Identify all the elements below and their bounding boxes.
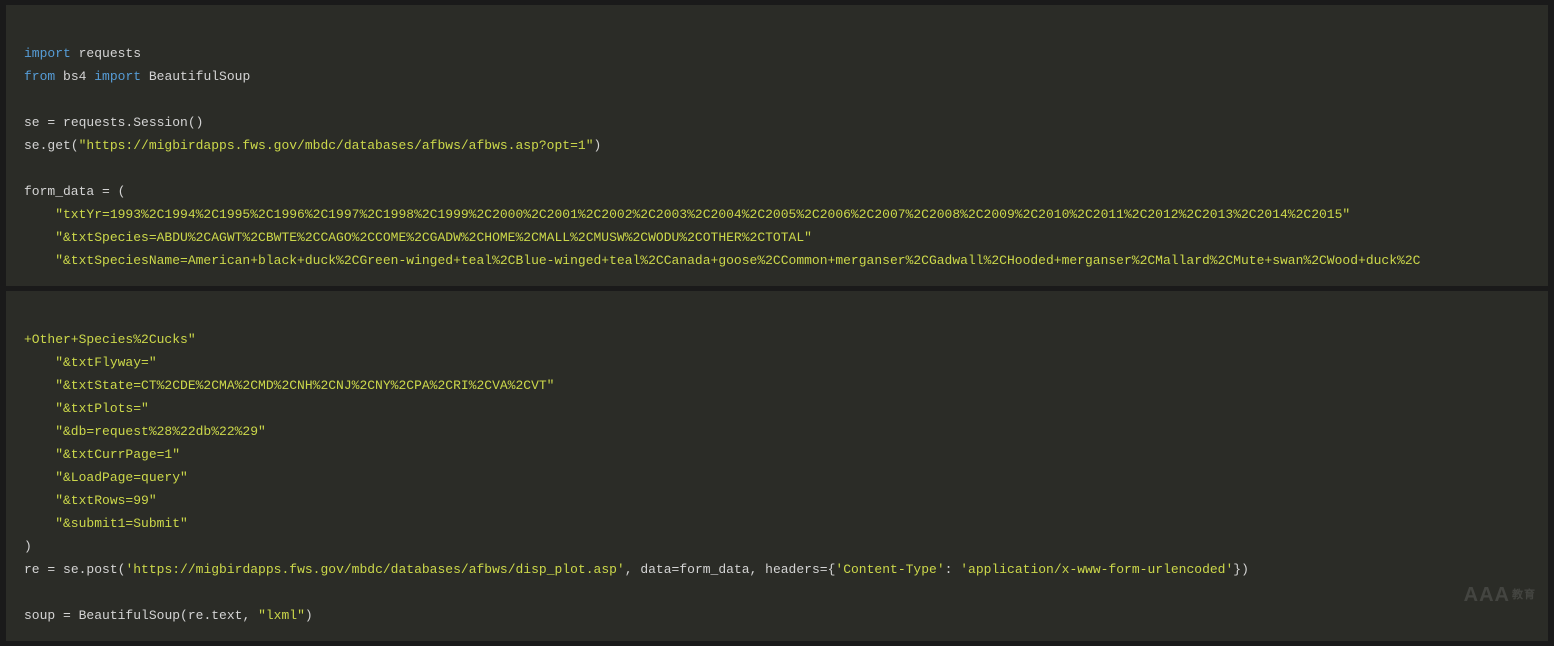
- code-line: se = requests.Session(): [24, 115, 203, 130]
- string-literal: "&txtState=CT%2CDE%2CMA%2CMD%2CNH%2CNJ%2…: [24, 378, 555, 393]
- operator-eq: =: [63, 608, 71, 623]
- string-literal: 'https://migbirdapps.fws.gov/mbdc/databa…: [125, 562, 624, 577]
- watermark-main: AAA: [1464, 584, 1510, 606]
- keyword-from: from: [24, 69, 55, 84]
- string-literal: "&LoadPage=query": [24, 470, 188, 485]
- string-literal: "&db=request%28%22db%22%29": [24, 424, 266, 439]
- string-literal: "&txtSpecies=ABDU%2CAGWT%2CBWTE%2CCAGO%2…: [24, 230, 812, 245]
- code-line: se.get("https://migbirdapps.fws.gov/mbdc…: [24, 138, 601, 153]
- call-expr: se.get(: [24, 138, 79, 153]
- string-literal: "txtYr=1993%2C1994%2C1995%2C1996%2C1997%…: [24, 207, 1350, 222]
- brace-close: }): [1233, 562, 1249, 577]
- code-line: form_data = (: [24, 184, 125, 199]
- code-line: re = se.post('https://migbirdapps.fws.go…: [24, 562, 1249, 577]
- module-name: bs4: [55, 69, 94, 84]
- class-name: BeautifulSoup: [141, 69, 250, 84]
- module-name: requests: [71, 46, 141, 61]
- var-name: se: [24, 115, 47, 130]
- code-line: from bs4 import BeautifulSoup: [24, 69, 250, 84]
- watermark-sub: 教育: [1512, 589, 1536, 601]
- string-literal: "&txtSpeciesName=American+black+duck%2CG…: [24, 253, 1420, 268]
- paren-open: (: [110, 184, 126, 199]
- code-line: soup = BeautifulSoup(re.text, "lxml"): [24, 608, 313, 623]
- code-block-2: +Other+Species%2Cucks" "&txtFlyway=" "&t…: [6, 291, 1548, 641]
- string-literal: "&txtRows=99": [24, 493, 157, 508]
- string-literal: "lxml": [258, 608, 305, 623]
- arg-name: form_data, headers: [679, 562, 819, 577]
- operator-eq: =: [102, 184, 110, 199]
- paren-close: ): [594, 138, 602, 153]
- paren-close: ): [24, 539, 32, 554]
- code-line: import requests: [24, 46, 141, 61]
- string-literal: "&txtCurrPage=1": [24, 447, 180, 462]
- string-literal: "&submit1=Submit": [24, 516, 188, 531]
- call-expr: se.post(: [55, 562, 125, 577]
- var-name: soup: [24, 608, 63, 623]
- operator-eq: =: [820, 562, 828, 577]
- watermark: AAA教育: [1464, 584, 1536, 607]
- string-literal: "&txtFlyway=": [24, 355, 157, 370]
- arg-name: , data: [625, 562, 672, 577]
- keyword-import: import: [94, 69, 141, 84]
- code-block-1: import requests from bs4 import Beautifu…: [6, 5, 1548, 286]
- string-literal: 'Content-Type': [835, 562, 944, 577]
- var-name: form_data: [24, 184, 102, 199]
- string-literal: "&txtPlots=": [24, 401, 149, 416]
- call-expr: requests.Session(): [55, 115, 203, 130]
- string-literal: +Other+Species%2Cucks": [24, 332, 196, 347]
- paren-close: ): [305, 608, 313, 623]
- string-literal: 'application/x-www-form-urlencoded': [960, 562, 1233, 577]
- call-expr: BeautifulSoup(re.text,: [71, 608, 258, 623]
- keyword-import: import: [24, 46, 71, 61]
- string-literal: "https://migbirdapps.fws.gov/mbdc/databa…: [79, 138, 594, 153]
- var-name: re: [24, 562, 47, 577]
- colon: :: [945, 562, 961, 577]
